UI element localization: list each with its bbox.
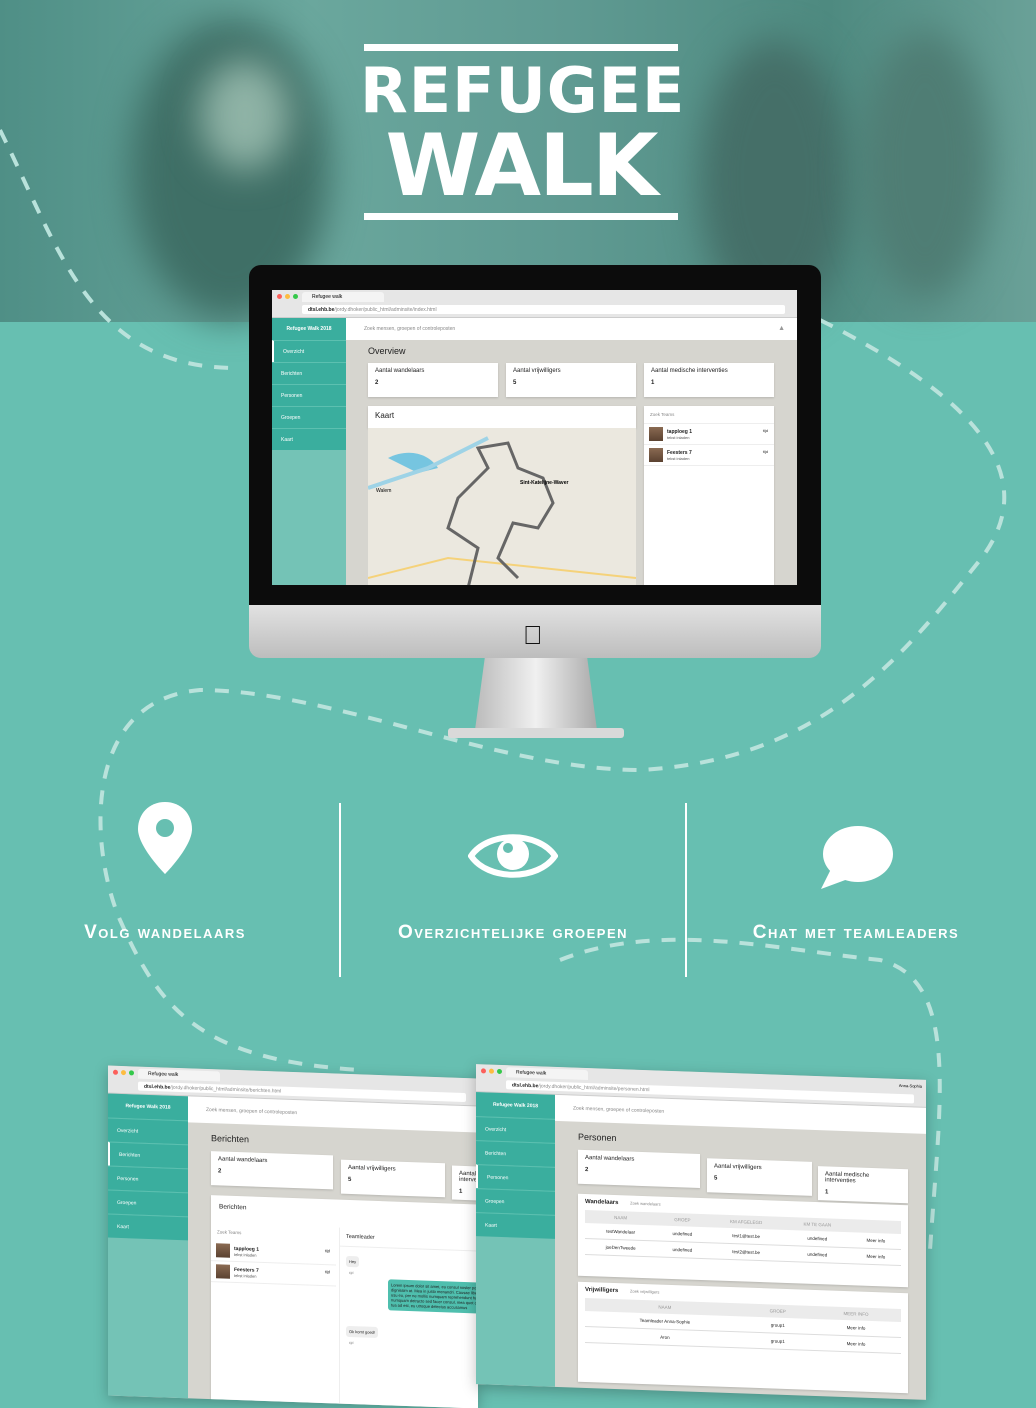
meer-info-link[interactable]: Meer info (850, 1232, 901, 1250)
messages-panel: Berichten Zoek Teams tapploeg 1 tekst inl… (211, 1195, 478, 1408)
team-list-item[interactable]: Feesters 7 tekst inladen tijd (644, 445, 774, 466)
sidebar-item-overzicht[interactable]: Overzicht (272, 340, 346, 362)
browser-tab[interactable]: Refugee walk (302, 292, 384, 302)
chat-window: Teamleader Hey tijd Lorem ipsum dolor si… (339, 1227, 478, 1408)
walkers-search-input[interactable]: Zoek wandelaars (630, 1201, 660, 1207)
personen-screen: Refugee walk dtsl.ehb.be/jordy.dhoker/pub… (476, 1064, 926, 1400)
imac-stand (475, 658, 597, 730)
sidebar-item-kaart[interactable]: Kaart (108, 1213, 188, 1241)
address-bar[interactable]: dtsl.ehb.be/jordy.dhoker/public_html/adm… (302, 305, 785, 314)
volunteers-table: NAAM GROEP MEER INFO Teamleader Anna-Sophi… (585, 1297, 901, 1354)
sidebar-brand: Refugee Walk 2018 (272, 318, 346, 340)
avatar (649, 427, 663, 441)
sidebar-item-overzicht[interactable]: Overzicht (476, 1116, 555, 1143)
meer-info-link[interactable]: Meer info (810, 1334, 901, 1354)
sidebar-item-kaart[interactable]: Kaart (476, 1212, 555, 1239)
page-title: Personen (578, 1131, 617, 1144)
chat-bubble-icon (821, 826, 893, 889)
overview-screen: Refugee walk dtsl.ehb.be/jordy.dhoker/pu… (272, 290, 797, 585)
browser-chrome: Refugee walk dtsl.ehb.be/jordy.dhoker/pu… (272, 290, 797, 318)
feature-overzichtelijke-groepen: Overzichtelijke groepen (340, 800, 686, 943)
chat-message: Lorem ipsum dolor sit amet, eu consul no… (388, 1279, 478, 1315)
sidebar-item-berichten[interactable]: Berichten (272, 362, 346, 384)
eye-icon (467, 834, 559, 878)
feature-volg-wandelaars: Volg wandelaars (0, 800, 338, 943)
chat-message: Hey (346, 1255, 360, 1268)
map-card-title: Kaart (368, 406, 636, 428)
berichten-screen: Refugee walk dtsl.ehb.be/jordy.dhoker/pub… (108, 1065, 478, 1408)
team-list-item[interactable]: Feesters 7 tekst inladen tijd (211, 1261, 336, 1287)
volunteers-search-input[interactable]: Zoek vrijwilligers (630, 1289, 659, 1295)
sidebar-item-personen[interactable]: Personen (272, 384, 346, 406)
page-title: Berichten (211, 1133, 250, 1145)
browser-tab[interactable]: Refugee walk (138, 1068, 220, 1082)
sidebar-item-berichten[interactable]: Berichten (476, 1140, 555, 1167)
browser-tab[interactable]: Refugee walk (506, 1067, 588, 1081)
search-input[interactable]: Zoek mensen, groepen of controleposten ▲ (346, 318, 797, 340)
sidebar-item-groepen[interactable]: Groepen (476, 1188, 555, 1215)
sidebar-item-groepen[interactable]: Groepen (108, 1189, 188, 1217)
sidebar-item-personen[interactable]: Personen (108, 1165, 188, 1193)
sidebar-item-groepen[interactable]: Groepen (272, 406, 346, 428)
sidebar: Refugee Walk 2018 Overzicht Berichten Pe… (272, 318, 346, 585)
chat-message: Ok komt goed! (346, 1325, 379, 1338)
sidebar-item-kaart[interactable]: Kaart (272, 428, 346, 450)
refugee-walk-logo: REFUGEE WALK (360, 44, 684, 236)
sidebar-item-berichten[interactable]: Berichten (108, 1141, 188, 1169)
bell-icon[interactable]: ▲ (778, 318, 785, 340)
volunteers-table-card: Vrijwilligers Zoek vrijwilligers NAAM GRO… (578, 1281, 908, 1394)
team-list-item[interactable]: tapploeg 1 tekst inladen tijd (644, 424, 774, 445)
walkers-table: NAAM GROEP KM AFGELEGD KM TE GAAN testWande… (585, 1209, 901, 1266)
map-pin-icon (138, 802, 192, 874)
page-title: Overview (368, 346, 406, 356)
sidebar-item-personen[interactable]: Personen (476, 1164, 555, 1191)
teams-search-input[interactable]: Zoek Teams (644, 406, 774, 424)
walkers-table-card: Wandelaars Zoek wandelaars NAAM GROEP KM A… (578, 1193, 908, 1288)
route-map[interactable]: Sint-Katelijne-Waver Walem (368, 428, 636, 585)
teams-panel: Zoek Teams tapploeg 1 tekst inladen tijd F… (644, 406, 774, 585)
meer-info-link[interactable]: Meer info (850, 1247, 901, 1266)
imac-foot (448, 728, 624, 738)
stat-card: Aantal wandelaars 2 (368, 363, 498, 397)
feature-chat-met-teamleaders: Chat met teamleaders (683, 800, 1029, 943)
sidebar-item-overzicht[interactable]: Overzicht (108, 1117, 188, 1145)
apple-logo-icon:  (523, 620, 543, 651)
stat-card: Aantal medische interventies 1 (644, 363, 774, 397)
stat-card: Aantal vrijwilligers 5 (506, 363, 636, 397)
avatar (649, 448, 663, 462)
